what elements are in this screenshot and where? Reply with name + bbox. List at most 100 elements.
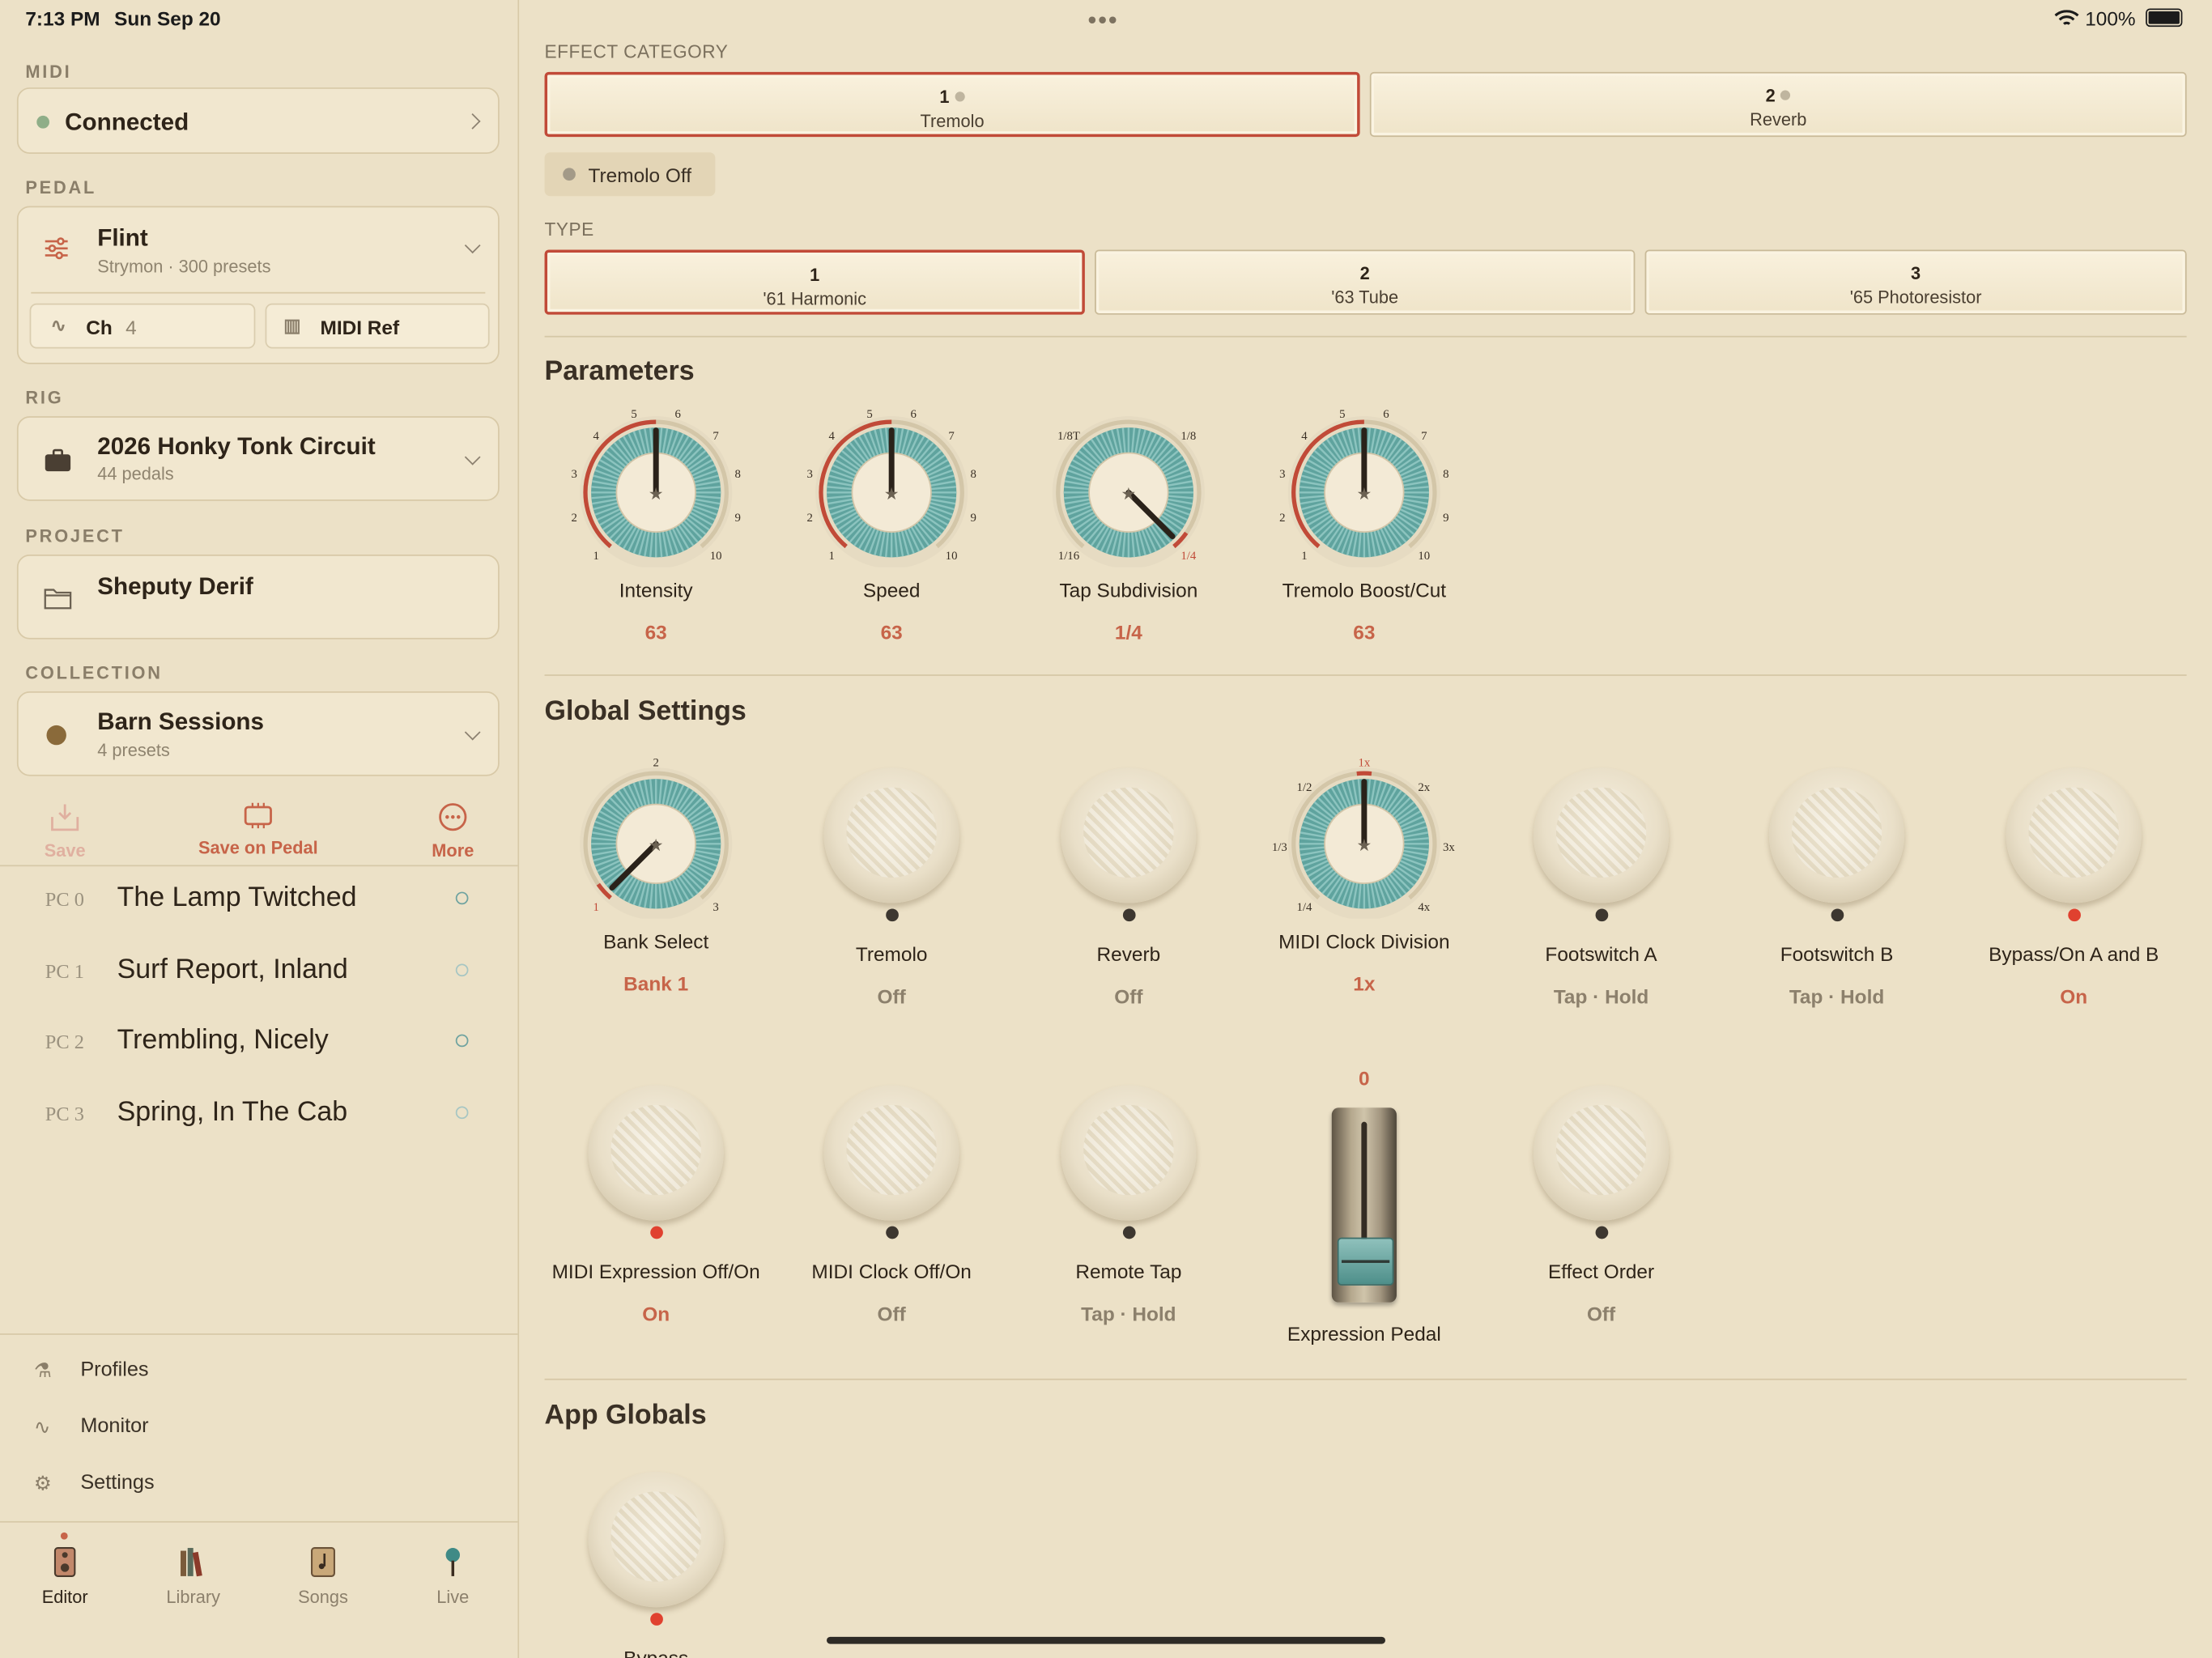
preset-row[interactable]: PC 3 Spring, In The Cab (0, 1081, 517, 1151)
expression-pedal-slider[interactable] (1331, 1107, 1397, 1303)
svg-text:7: 7 (713, 430, 718, 443)
type-num: 3 (1911, 263, 1921, 284)
preset-status-icon (455, 1034, 469, 1048)
slider-thumb-icon[interactable] (1337, 1237, 1394, 1286)
svg-text:3x: 3x (1443, 841, 1455, 854)
multitask-dots-icon[interactable]: ••• (1087, 6, 1118, 36)
category-reverb[interactable]: 2 Reverb (1369, 71, 2187, 138)
footswitch-a-switch[interactable] (1533, 767, 1670, 903)
midi-expression-switch[interactable] (588, 1085, 724, 1221)
tap-subdivision-knob[interactable]: ★ 1/8T 1/8 1/16 1/4 (1015, 398, 1241, 568)
footswitch-b-switch[interactable] (1768, 767, 1905, 903)
svg-text:3: 3 (713, 901, 718, 914)
chevron-down-icon[interactable] (464, 449, 481, 466)
type-65-photoresistor[interactable]: 3 '65 Photoresistor (1644, 249, 2187, 315)
reverb-switch[interactable] (1061, 767, 1197, 903)
midi-clock-switch[interactable] (823, 1085, 959, 1221)
channel-label: Ch (86, 316, 113, 339)
expression-pedal-label: Expression Pedal (1287, 1322, 1441, 1346)
rig-card[interactable]: 2026 Honky Tonk Circuit 44 pedals (16, 416, 500, 501)
preset-name: Spring, In The Cab (117, 1096, 348, 1128)
nav-settings-label: Settings (80, 1471, 155, 1494)
svg-text:10: 10 (1418, 550, 1430, 563)
effect-order-switch[interactable] (1533, 1085, 1670, 1221)
tremolo-boost-label: Tremolo Boost/Cut (1282, 578, 1447, 602)
type-61-harmonic[interactable]: 1 '61 Harmonic (544, 249, 1085, 315)
reverb-switch-label: Reverb (1096, 942, 1161, 966)
tap-subdivision-label: Tap Subdivision (1059, 578, 1198, 602)
bypass-a-b-switch[interactable] (2006, 767, 2142, 903)
speed-knob[interactable]: ★ 1 2 3 4 5 6 7 8 9 10 (779, 398, 1005, 568)
type-num: 1 (810, 265, 820, 286)
footswitch-a-value: Tap · Hold (1553, 984, 1649, 1008)
preset-pc: PC 2 (45, 1032, 84, 1055)
effect-order-label: Effect Order (1548, 1260, 1655, 1283)
footswitch-b-label: Footswitch B (1780, 942, 1894, 966)
svg-text:2x: 2x (1418, 781, 1430, 794)
expression-pedal-control: 0 Expression Pedal (1251, 1067, 1477, 1350)
bypass-label: Bypass (543, 1647, 769, 1658)
project-card[interactable]: Sheputy Derif (16, 554, 500, 640)
pedal-card[interactable]: Flint Strymon · 300 presets ∿ Ch 4 ▥ MID… (16, 206, 500, 364)
tremolo-switch[interactable] (823, 767, 959, 903)
nav-profiles[interactable]: ⚗ Profiles (0, 1348, 517, 1399)
preset-name: Trembling, Nicely (117, 1024, 329, 1056)
nav-monitor[interactable]: ∿ Monitor (0, 1404, 517, 1455)
svg-text:2: 2 (1279, 512, 1285, 525)
toggle-indicator-icon (563, 168, 576, 181)
collection-card[interactable]: Barn Sessions 4 presets (16, 691, 500, 776)
midi-channel-button[interactable]: ∿ Ch 4 (29, 303, 256, 349)
wifi-icon (2054, 10, 2079, 25)
type-63-tube[interactable]: 2 '63 Tube (1095, 249, 1636, 315)
effect-category-label: EFFECT CATEGORY (544, 40, 729, 62)
remote-tap-switch[interactable] (1061, 1085, 1197, 1221)
bank-select-knob[interactable]: ★ 1 2 3 (543, 750, 769, 919)
category-label: Tremolo (920, 111, 985, 132)
chevron-down-icon[interactable] (464, 724, 481, 741)
effect-order-control: Effect Order Off (1488, 1067, 1714, 1325)
midi-ref-button[interactable]: ▥ MIDI Ref (265, 303, 490, 349)
bank-select-label: Bank Select (603, 929, 709, 953)
category-label: Reverb (1750, 109, 1807, 130)
pulse-icon: ∿ (50, 314, 66, 336)
chevron-down-icon[interactable] (464, 237, 481, 254)
midi-clock-value: Off (877, 1302, 906, 1325)
svg-text:5: 5 (866, 408, 872, 421)
midi-connection-card[interactable]: Connected (16, 87, 500, 154)
svg-text:9: 9 (970, 512, 976, 525)
svg-text:1: 1 (593, 550, 599, 563)
led-icon (886, 1226, 899, 1239)
svg-text:10: 10 (710, 550, 722, 563)
bypass-switch[interactable] (588, 1471, 724, 1608)
tremolo-toggle-button[interactable]: Tremolo Off (544, 152, 716, 197)
svg-text:1: 1 (593, 901, 599, 914)
preset-row[interactable]: PC 1 Surf Report, Inland (0, 938, 517, 1009)
tab-songs[interactable]: Songs (266, 1545, 379, 1607)
midi-expression-control: MIDI Expression Off/On On (543, 1067, 769, 1325)
preset-row[interactable]: PC 0 The Lamp Twitched (0, 866, 517, 937)
nav-settings[interactable]: ⚙ Settings (0, 1460, 517, 1511)
svg-text:5: 5 (631, 408, 636, 421)
tremolo-boost-knob[interactable]: ★ 1 2 3 4 5 6 7 8 9 10 (1251, 398, 1477, 568)
project-name: Sheputy Derif (97, 572, 253, 600)
svg-text:★: ★ (1356, 835, 1372, 855)
midi-clock-division-knob[interactable]: ★ 1x 2x 3x 4x 1/4 1/3 1/2 (1251, 750, 1477, 919)
svg-text:9: 9 (1443, 512, 1448, 525)
home-indicator[interactable] (827, 1636, 1385, 1644)
preset-row[interactable]: PC 2 Trembling, Nicely (0, 1009, 517, 1079)
tab-live[interactable]: Live (397, 1545, 509, 1607)
save-on-pedal-button[interactable]: Save on Pedal (181, 801, 336, 858)
save-button[interactable]: Save (23, 801, 108, 861)
svg-text:2: 2 (653, 756, 658, 769)
tab-editor[interactable]: Editor (8, 1545, 121, 1607)
more-button[interactable]: More (410, 801, 496, 861)
battery-icon (2146, 8, 2183, 28)
intensity-knob[interactable]: ★ 1 2 3 4 5 6 7 8 9 10 (543, 398, 769, 568)
svg-text:6: 6 (1383, 408, 1389, 421)
tab-library[interactable]: Library (137, 1545, 249, 1607)
category-tremolo[interactable]: 1 Tremolo (544, 71, 1360, 138)
footswitch-a-label: Footswitch A (1545, 942, 1657, 966)
pedal-subtitle: Strymon · 300 presets (97, 257, 271, 277)
profiles-icon: ⚗ (33, 1358, 52, 1382)
preset-status-icon (455, 1106, 469, 1120)
